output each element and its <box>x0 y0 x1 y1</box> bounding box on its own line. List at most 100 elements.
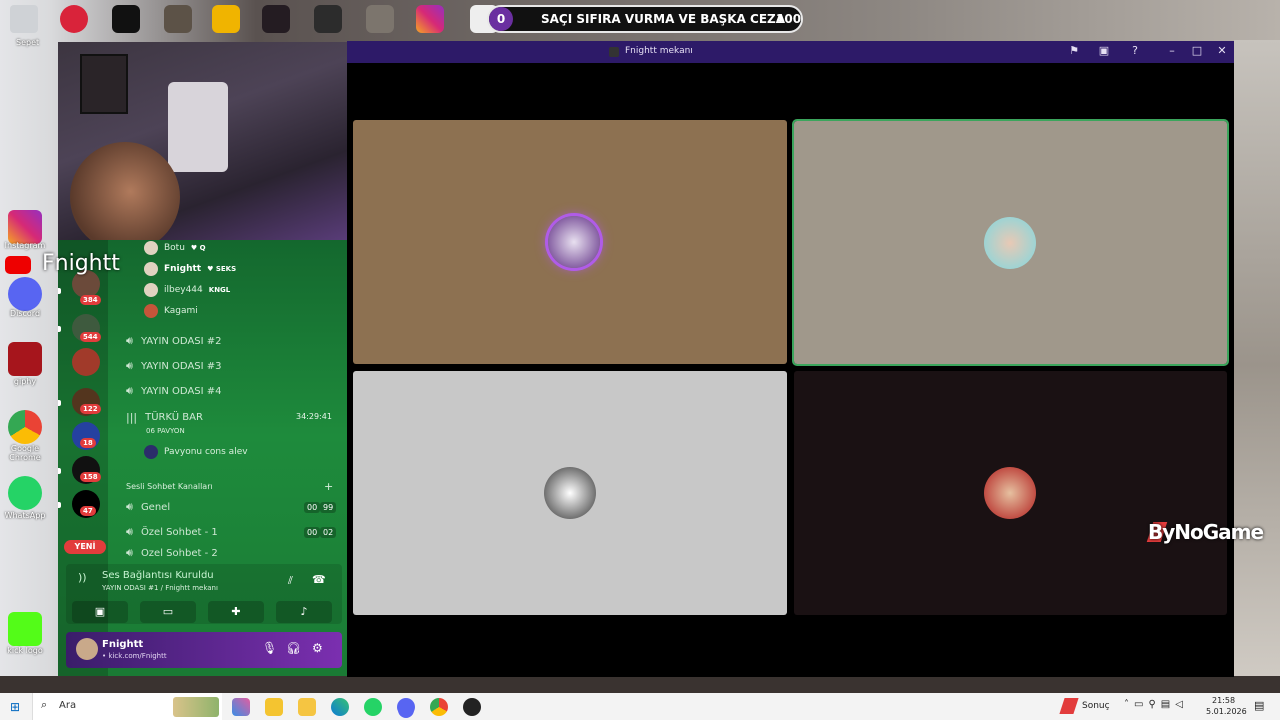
participant-tile[interactable] <box>794 371 1227 615</box>
clock-time[interactable]: 21:58 <box>1212 696 1235 705</box>
channel-ozel-1[interactable]: 🔊︎ Özel Sohbet - 1 <box>126 523 218 541</box>
channel-count: 00 <box>304 502 321 513</box>
user-panel: Fnightt • kick.com/Fnightt 🎙︎ 🎧︎ ⚙ <box>66 632 342 668</box>
headphones-icon[interactable]: 🎧︎ <box>286 641 301 655</box>
giphy-icon[interactable] <box>8 342 42 376</box>
minimize-button[interactable]: – <box>1163 44 1181 57</box>
category-voice-channels[interactable]: Sesli Sohbet Kanalları <box>126 482 213 491</box>
copilot-icon[interactable] <box>232 698 250 716</box>
server-badge: 122 <box>80 404 101 414</box>
unread-pip <box>58 468 61 474</box>
shortcut-icon[interactable] <box>164 5 192 33</box>
stage-icon: ||| <box>126 410 138 424</box>
activities-button[interactable]: ✚ <box>208 601 264 623</box>
score-right: 100 <box>776 12 802 26</box>
desktop-background-right <box>1234 40 1280 690</box>
whatsapp-label: WhatsApp <box>4 511 46 520</box>
new-badge[interactable]: YENİ <box>64 540 106 554</box>
instagram-icon[interactable] <box>416 5 444 33</box>
window-titlebar: Fnightt mekanı ⚑ ▣ ? – □ ✕ <box>347 41 1234 63</box>
discord-desktop-icon[interactable] <box>8 277 42 311</box>
obs-icon[interactable] <box>463 698 481 716</box>
participant-tile[interactable] <box>353 120 787 364</box>
disconnect-icon[interactable]: ☎ <box>312 573 326 586</box>
window-app-icon <box>609 47 619 57</box>
participant-tile[interactable] <box>353 371 787 615</box>
capcut-icon[interactable] <box>112 5 140 33</box>
whatsapp-taskbar-icon[interactable] <box>364 698 382 716</box>
instagram-desktop-icon[interactable] <box>8 210 42 244</box>
webcam-overlay <box>58 42 348 242</box>
taskbar: ⊞ ⌕ Ara Sonuç ˄▭⚲▤◁ 21:58 5.01.2026 ▤ <box>0 693 1280 720</box>
discord-sidebar: 384 544 122 18 158 47 YENİ Botu ♥ Q Fnigh… <box>58 240 348 676</box>
bynogame-tray-icon[interactable] <box>1059 698 1079 714</box>
recycle-bin-icon[interactable] <box>10 5 38 33</box>
close-button[interactable]: ✕ <box>1213 44 1231 57</box>
voice-member[interactable]: Kagami <box>144 303 198 319</box>
screen-share-button[interactable]: ▭ <box>140 601 196 623</box>
system-tray-icons[interactable]: ˄▭⚲▤◁ <box>1124 699 1188 710</box>
store-icon[interactable] <box>265 698 283 716</box>
file-explorer-icon[interactable] <box>298 698 316 716</box>
voice-member[interactable]: Fnightt ♥ SEKS <box>144 261 236 277</box>
window-title: Fnightt mekanı <box>625 46 693 56</box>
channel-yayin-3[interactable]: 🔊︎ YAYIN ODASI #3 <box>126 357 222 375</box>
notification-icon[interactable]: ▤ <box>1254 699 1264 712</box>
speaker-icon: 🔊︎ <box>126 334 133 347</box>
help-icon[interactable]: ? <box>1126 44 1144 57</box>
chrome-taskbar-icon[interactable] <box>430 698 448 716</box>
member-avatar <box>144 304 158 318</box>
channel-genel[interactable]: 🔊︎ Genel <box>126 498 170 516</box>
rockstar-icon[interactable] <box>212 5 240 33</box>
user-name: Fnightt <box>102 639 144 650</box>
member-avatar <box>144 283 158 297</box>
participant-tile-speaking[interactable] <box>792 119 1229 366</box>
flag-icon[interactable]: ⚑ <box>1065 44 1083 57</box>
discord-label: Discord <box>9 309 41 318</box>
shortcut-icon-3[interactable] <box>314 5 342 33</box>
channel-yayin-4[interactable]: 🔊︎ YAYIN ODASI #4 <box>126 382 222 400</box>
member-avatar <box>144 445 158 459</box>
clock-date[interactable]: 5.01.2026 <box>1206 707 1247 716</box>
server-icon[interactable] <box>72 348 100 376</box>
shortcut-icon-2[interactable] <box>262 5 290 33</box>
noise-suppression-icon[interactable]: ⫽ <box>288 574 293 588</box>
channel-limit: 02 <box>320 527 337 538</box>
instagram-label: Instagram <box>4 241 46 250</box>
camera-off-button[interactable]: ▣ <box>72 601 128 623</box>
maximize-button[interactable]: □ <box>1188 44 1206 57</box>
kick-logo-icon[interactable] <box>8 612 42 646</box>
soundboard-button[interactable]: ♪ <box>276 601 332 623</box>
edge-icon[interactable] <box>331 698 349 716</box>
unread-pip <box>58 288 61 294</box>
discord-taskbar-icon[interactable] <box>397 698 415 716</box>
channel-timer: 34:29:41 <box>296 412 332 421</box>
channel-subtitle: 06 PAVYON <box>146 427 185 435</box>
kick-logo-label: kick logo <box>7 646 43 655</box>
member-avatar <box>144 262 158 276</box>
search-icon: ⌕ <box>41 698 48 711</box>
channel-turku-bar[interactable]: ||| TÜRKÜ BAR <box>126 408 203 426</box>
windows-start-icon[interactable]: ⊞ <box>10 700 20 714</box>
desktop-background-bottom <box>0 676 1280 693</box>
screen-icon[interactable]: ▣ <box>1095 44 1113 57</box>
participant-avatar <box>984 467 1036 519</box>
gear-icon[interactable]: ⚙ <box>312 641 323 655</box>
chrome-desktop-icon[interactable] <box>8 410 42 444</box>
voice-member[interactable]: Pavyonu cons alev <box>144 444 248 460</box>
microphone-icon[interactable]: 🎙︎ <box>262 641 277 655</box>
voice-member[interactable]: Botu ♥ Q <box>144 240 206 256</box>
server-badge: 384 <box>80 295 101 305</box>
shortcut-icon-4[interactable] <box>366 5 394 33</box>
app-icon-red[interactable] <box>60 5 88 33</box>
voice-member[interactable]: ilbey444 KNGL <box>144 282 230 298</box>
webcam-poster <box>80 54 128 114</box>
youtube-icon[interactable] <box>5 256 31 274</box>
search-input[interactable]: ⌕ Ara <box>32 693 222 720</box>
avatar[interactable] <box>76 638 98 660</box>
giphy-label: giphy <box>13 377 37 386</box>
channel-yayin-2[interactable]: 🔊︎ YAYIN ODASI #2 <box>126 332 222 350</box>
add-channel-icon[interactable]: + <box>324 480 333 493</box>
whatsapp-desktop-icon[interactable] <box>8 476 42 510</box>
channel-ozel-2[interactable]: 🔊︎ Özel Sohbet - 2 <box>126 548 218 558</box>
